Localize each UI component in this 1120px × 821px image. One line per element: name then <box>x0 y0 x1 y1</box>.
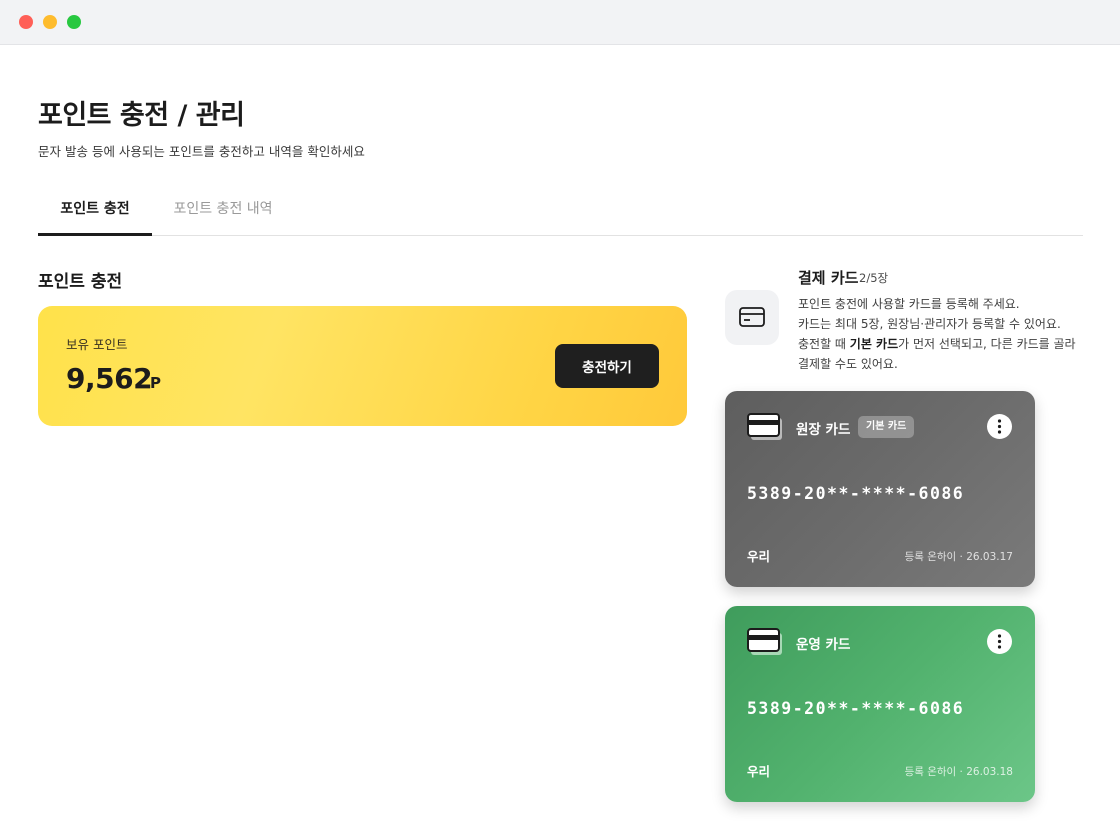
description-line: 카드는 최대 5장, 원장님·관리자가 등록할 수 있어요. <box>798 317 1061 331</box>
page-title: 포인트 충전 / 관리 <box>38 100 245 131</box>
description-emphasis: 기본 카드 <box>849 337 899 351</box>
credit-card-icon <box>739 307 765 327</box>
tab-charge-history[interactable]: 포인트 충전 내역 <box>162 186 284 236</box>
payment-card-description: 포인트 충전에 사용할 카드를 등록해 주세요. 카드는 최대 5장, 원장님·… <box>798 294 1088 374</box>
tab-bar: 포인트 충전 포인트 충전 내역 <box>38 186 1083 236</box>
points-unit: P <box>150 374 161 392</box>
points-balance-label: 보유 포인트 <box>66 337 128 352</box>
description-line: 충전할 때 기본 카드가 먼저 선택되고, 다른 카드를 골라 <box>798 334 1088 354</box>
default-card-badge: 기본 카드 <box>858 416 915 438</box>
description-line: 포인트 충전에 사용할 카드를 등록해 주세요. <box>798 297 1020 311</box>
description-line: 결제할 수도 있어요. <box>798 357 898 371</box>
credit-card-owner[interactable]: 원장 카드 기본 카드 5389-20**-****-6086 우리 등록 온하… <box>725 391 1035 587</box>
credit-card-operation[interactable]: 운영 카드 5389-20**-****-6086 우리 등록 온하이 · 26… <box>725 606 1035 802</box>
card-more-menu-button[interactable] <box>987 629 1012 654</box>
card-registration-info: 등록 온하이 · 26.03.18 <box>904 766 1013 778</box>
card-registration-info: 등록 온하이 · 26.03.17 <box>904 551 1013 563</box>
window-maximize-button[interactable] <box>67 15 81 29</box>
card-bank: 우리 <box>747 549 771 564</box>
card-icon <box>747 628 782 655</box>
card-number: 5389-20**-****-6086 <box>747 699 965 718</box>
page-subtitle: 문자 발송 등에 사용되는 포인트를 충전하고 내역을 확인하세요 <box>38 144 365 159</box>
window-titlebar <box>0 0 1120 45</box>
more-vertical-icon <box>997 634 1002 649</box>
card-more-menu-button[interactable] <box>987 414 1012 439</box>
points-balance-card: 보유 포인트 9,562 P 충전하기 <box>38 306 687 426</box>
card-name: 원장 카드 <box>796 422 851 438</box>
payment-card-count: 2/5장 <box>859 271 889 285</box>
charge-button[interactable]: 충전하기 <box>555 344 659 388</box>
payment-icon-box <box>725 290 779 345</box>
window-close-button[interactable] <box>19 15 33 29</box>
description-text: 충전할 때 <box>798 337 850 351</box>
window-minimize-button[interactable] <box>43 15 57 29</box>
more-vertical-icon <box>997 419 1002 434</box>
payment-card-title: 결제 카드 <box>798 269 859 287</box>
tab-point-charge[interactable]: 포인트 충전 <box>38 186 152 236</box>
section-title-point-charge: 포인트 충전 <box>38 272 123 292</box>
description-text: 가 먼저 선택되고, 다른 카드를 골라 <box>898 337 1076 351</box>
card-name: 운영 카드 <box>796 637 851 653</box>
points-balance-value: 9,562 <box>66 362 153 395</box>
card-bank: 우리 <box>747 764 771 779</box>
card-icon <box>747 413 782 440</box>
card-number: 5389-20**-****-6086 <box>747 484 965 503</box>
